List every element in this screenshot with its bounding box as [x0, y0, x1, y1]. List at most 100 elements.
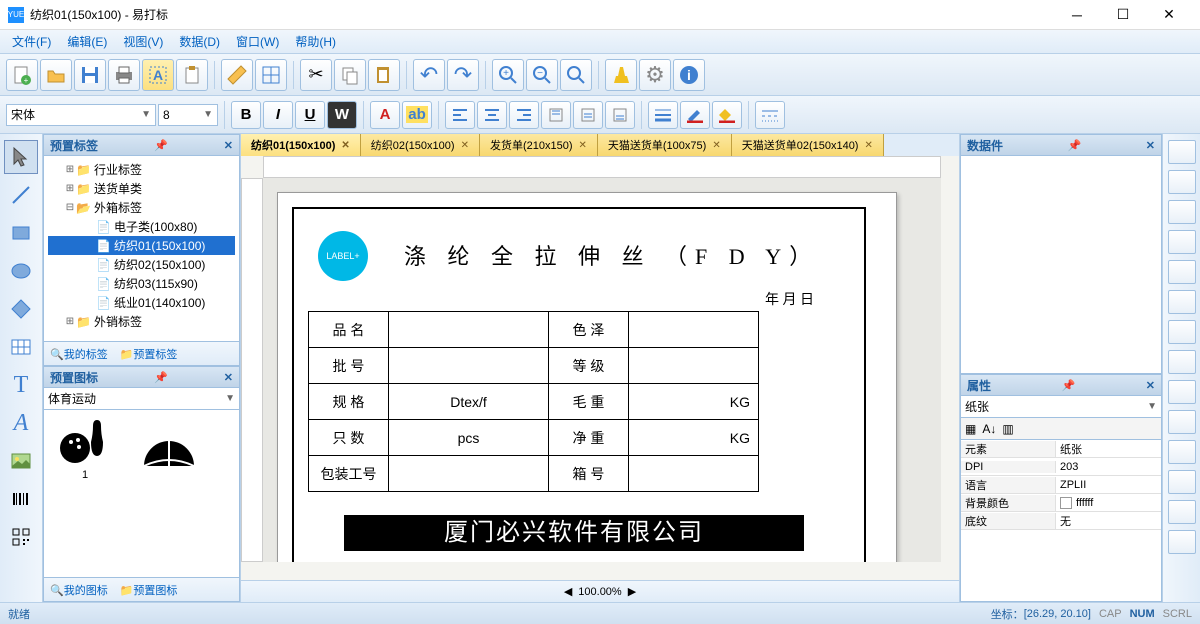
close-panel-icon[interactable]: ✕ [224, 139, 233, 152]
data-pieces-body[interactable] [960, 156, 1162, 374]
tab[interactable]: 纺织02(150x100)✕ [361, 134, 480, 156]
align-left-button[interactable] [445, 101, 475, 129]
highlight-button[interactable]: ab [402, 101, 432, 129]
tree-node[interactable]: ⊞📁外销标签 [48, 312, 235, 331]
align-center-objects[interactable] [1168, 170, 1196, 194]
redo-button[interactable]: ↷ [447, 59, 479, 91]
distribute-h[interactable] [1168, 320, 1196, 344]
align-right-button[interactable] [509, 101, 539, 129]
icon-item-bowling[interactable]: 1 [50, 416, 120, 481]
zoom-prev-button[interactable]: ◀ [564, 585, 572, 598]
property-grid[interactable]: 元素纸张 DPI203 语言ZPLII 背景颜色ffffff 底纹无 [960, 440, 1162, 602]
cut-button[interactable]: ✂ [300, 59, 332, 91]
line-tool[interactable] [4, 178, 38, 212]
line-style-button[interactable] [755, 101, 785, 129]
text-tool[interactable]: T [4, 368, 38, 402]
valign-bottom-button[interactable] [605, 101, 635, 129]
pin-icon[interactable]: 📌 [1062, 379, 1076, 392]
minimize-button[interactable]: ─ [1054, 0, 1100, 30]
print-button[interactable] [108, 59, 140, 91]
pin-icon[interactable]: 📌 [1068, 139, 1082, 152]
new-button[interactable]: + [6, 59, 38, 91]
align-center-button[interactable] [477, 101, 507, 129]
valign-middle-button[interactable] [573, 101, 603, 129]
zoom-next-button[interactable]: ▶ [628, 585, 636, 598]
align-middle-objects[interactable] [1168, 260, 1196, 284]
diamond-tool[interactable] [4, 292, 38, 326]
invert-button[interactable]: W [327, 101, 357, 129]
label-logo[interactable]: LABEL+ [318, 231, 368, 281]
settings-button[interactable]: ⚙ [639, 59, 671, 91]
prop-categorize-icon[interactable]: ▦ [965, 422, 976, 436]
open-button[interactable] [40, 59, 72, 91]
group[interactable] [1168, 500, 1196, 524]
close-panel-icon[interactable]: ✕ [224, 371, 233, 384]
icon-item-basketball[interactable] [132, 416, 202, 481]
pin-icon[interactable]: 📌 [154, 139, 168, 152]
close-tab-icon[interactable]: ✕ [461, 140, 469, 151]
close-button[interactable]: ✕ [1146, 0, 1192, 30]
menu-view[interactable]: 视图(V) [115, 31, 171, 52]
label-page[interactable]: LABEL+ 涤 纶 全 拉 伸 丝 （F D Y） 年 月 日 品 名色 泽 … [277, 192, 897, 562]
copy-button[interactable] [334, 59, 366, 91]
preset-icons-link[interactable]: 📁预置图标 [120, 582, 178, 598]
tab[interactable]: 发货单(210x150)✕ [480, 134, 598, 156]
close-tab-icon[interactable]: ✕ [864, 140, 872, 151]
table-tool[interactable] [4, 330, 38, 364]
tree-leaf[interactable]: 📄电子类(100x80) [48, 217, 235, 236]
menu-edit[interactable]: 编辑(E) [59, 31, 115, 52]
send-back[interactable] [1168, 470, 1196, 494]
font-size-combo[interactable]: 8▼ [158, 104, 218, 126]
line-color-button[interactable] [680, 101, 710, 129]
pointer-tool[interactable] [4, 140, 38, 174]
tab-active[interactable]: 纺织01(150x100)✕ [241, 134, 361, 156]
property-selector-combo[interactable]: 纸张 ▼ [960, 396, 1162, 418]
select-text-button[interactable]: A [142, 59, 174, 91]
italic-button[interactable]: I [263, 101, 293, 129]
ungroup[interactable] [1168, 530, 1196, 554]
tab[interactable]: 天猫送货单(100x75)✕ [598, 134, 732, 156]
preset-labels-link[interactable]: 📁预置标签 [120, 346, 178, 362]
label-table[interactable]: 品 名色 泽 批 号等 级 规 格Dtex/f毛 重KG 只 数pcs净 重KG… [308, 311, 759, 492]
tree-node[interactable]: ⊞📁送货单类 [48, 179, 235, 198]
zoom-out-button[interactable]: − [526, 59, 558, 91]
artistic-text-tool[interactable]: A [4, 406, 38, 440]
ellipse-tool[interactable] [4, 254, 38, 288]
tab[interactable]: 天猫送货单02(150x140)✕ [732, 134, 884, 156]
align-left-objects[interactable] [1168, 140, 1196, 164]
bold-button[interactable]: B [231, 101, 261, 129]
valign-top-button[interactable] [541, 101, 571, 129]
prop-sort-icon[interactable]: A↓ [982, 422, 996, 436]
underline-button[interactable]: U [295, 101, 325, 129]
my-icons-link[interactable]: 🔍我的图标 [50, 582, 108, 598]
ruler-button[interactable] [221, 59, 253, 91]
line-weight-button[interactable] [648, 101, 678, 129]
tree-leaf[interactable]: 📄纺织03(115x90) [48, 274, 235, 293]
icon-grid[interactable]: 1 [43, 410, 240, 578]
align-right-objects[interactable] [1168, 200, 1196, 224]
canvas-area[interactable]: LABEL+ 涤 纶 全 拉 伸 丝 （F D Y） 年 月 日 品 名色 泽 … [263, 178, 941, 562]
same-width[interactable] [1168, 380, 1196, 404]
label-tree[interactable]: ⊞📁行业标签 ⊞📁送货单类 ⊟📂外箱标签 📄电子类(100x80) 📄纺织01(… [43, 156, 240, 342]
font-color-button[interactable]: A [370, 101, 400, 129]
menu-data[interactable]: 数据(D) [171, 31, 228, 52]
align-bottom-objects[interactable] [1168, 290, 1196, 314]
save-button[interactable] [74, 59, 106, 91]
zoom-fit-button[interactable] [560, 59, 592, 91]
clean-button[interactable] [605, 59, 637, 91]
undo-button[interactable]: ↶ [413, 59, 445, 91]
zoom-in-button[interactable]: + [492, 59, 524, 91]
close-tab-icon[interactable]: ✕ [712, 140, 720, 151]
menu-file[interactable]: 文件(F) [4, 31, 59, 52]
barcode-tool[interactable] [4, 482, 38, 516]
same-height[interactable] [1168, 410, 1196, 434]
pin-icon[interactable]: 📌 [154, 371, 168, 384]
distribute-v[interactable] [1168, 350, 1196, 374]
menu-help[interactable]: 帮助(H) [287, 31, 344, 52]
rect-tool[interactable] [4, 216, 38, 250]
close-tab-icon[interactable]: ✕ [341, 140, 349, 151]
align-top-objects[interactable] [1168, 230, 1196, 254]
close-panel-icon[interactable]: ✕ [1146, 379, 1155, 392]
tree-leaf[interactable]: 📄纸业01(140x100) [48, 293, 235, 312]
tree-leaf-selected[interactable]: 📄纺织01(150x100) [48, 236, 235, 255]
